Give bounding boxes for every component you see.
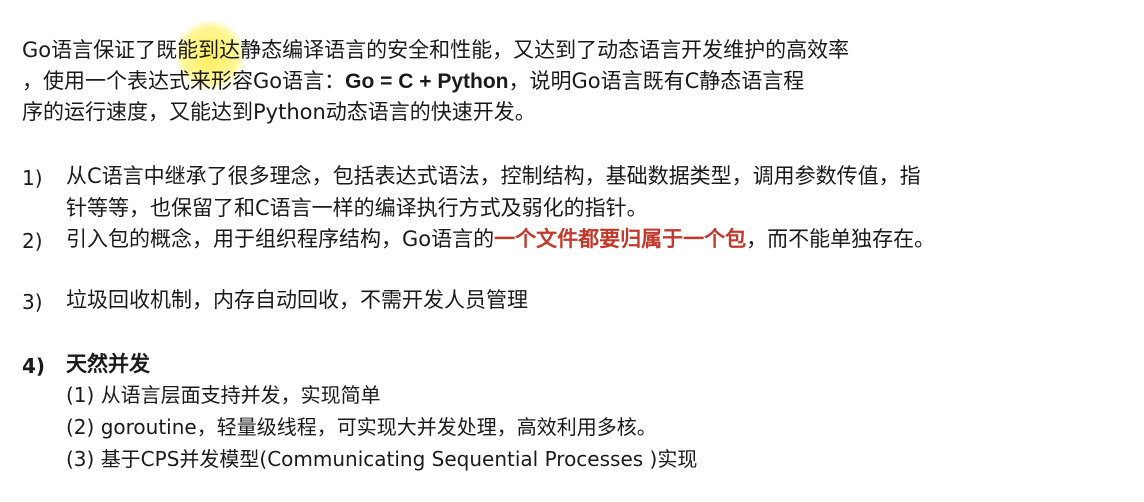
item-2-prefix: 引入包的概念，用于组织程序结构，Go语言的 [66,227,495,251]
item-4-number: 4) [22,354,46,378]
intro-line-2: ，使用一个表达式来形容Go语言：Go = C + Python，说明Go语言既有… [22,67,804,96]
intro-line-2-prefix: ，使用一个表达式来形容Go语言： [22,69,346,93]
item-1-line-1: 从C语言中继承了很多理念，包括表达式语法，控制结构，基础数据类型，调用参数传值，… [66,164,921,188]
formula-text: Go = C + Python [345,70,509,93]
item-1-line-2: 针等等，也保留了和C语言一样的编译执行方式及弱化的指针。 [66,196,648,220]
intro-line-2-suffix: ，说明Go语言既有C静态语言程 [508,69,805,93]
item-2-number: 2) [22,229,43,253]
item-4-title: 天然并发 [66,352,150,376]
slide: Go语言保证了既能到达静态编译语言的安全和性能，又达到了动态语言开发维护的高效率… [0,0,1144,502]
intro-line-3: 序的运行速度，又能达到Python动态语言的快速开发。 [22,100,536,124]
item-1-number: 1) [22,166,43,190]
item-2-suffix: ，而不能单独存在。 [746,227,936,251]
item-3-number: 3) [22,290,43,314]
item-3-line: 垃圾回收机制，内存自动回收，不需开发人员管理 [66,288,528,312]
item-2-highlight: 一个文件都要归属于一个包 [494,227,747,251]
item-4-sub-2: (2) goroutine，轻量级线程，可实现大并发处理，高效利用多核。 [66,415,657,439]
item-4-sub-3: (3) 基于CPS并发模型(Communicating Sequential P… [66,447,698,471]
intro-line-1: Go语言保证了既能到达静态编译语言的安全和性能，又达到了动态语言开发维护的高效率 [22,38,850,62]
item-2-line: 引入包的概念，用于组织程序结构，Go语言的一个文件都要归属于一个包，而不能单独存… [66,225,935,253]
item-4-sub-1: (1) 从语言层面支持并发，实现简单 [66,383,381,407]
